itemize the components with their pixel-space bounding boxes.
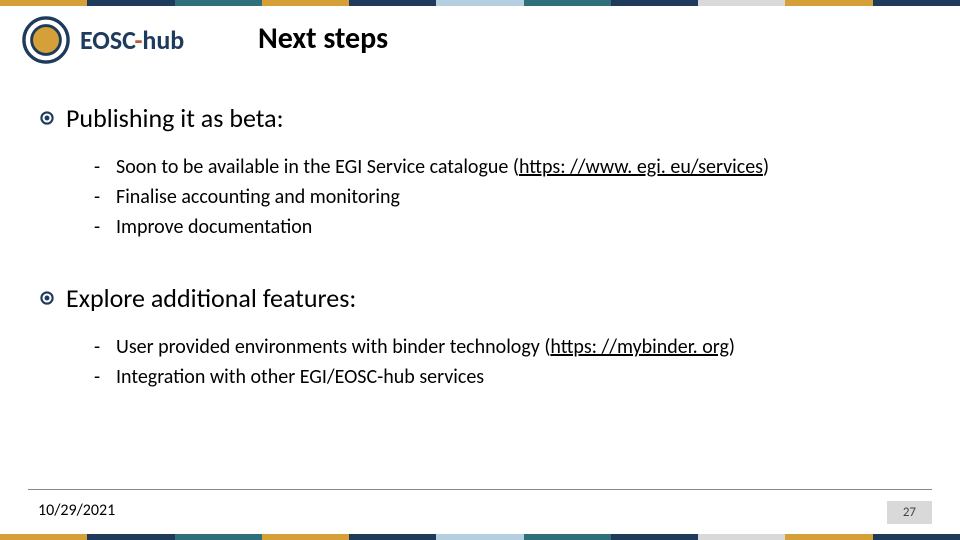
eosc-hub-logo-text: EOSC-hub	[80, 24, 184, 56]
list-item: -Finalise accounting and monitoring	[92, 182, 920, 212]
slide-body: Publishing it as beta: - Soon to be avai…	[40, 102, 920, 432]
bullet-icon	[40, 111, 54, 125]
section-heading: Publishing it as beta:	[66, 102, 284, 134]
bottom-stripe	[0, 534, 960, 540]
section-heading: Explore additional features:	[66, 282, 356, 314]
slide-title: Next steps	[258, 20, 388, 57]
mybinder-link[interactable]: https: //mybinder. org	[550, 335, 728, 359]
eosc-hub-logo-icon	[22, 16, 70, 64]
list-item: - Soon to be available in the EGI Servic…	[92, 152, 920, 182]
list-item: - User provided environments with binder…	[92, 332, 920, 362]
list-item: -Improve documentation	[92, 212, 920, 242]
section-publishing: Publishing it as beta: - Soon to be avai…	[40, 102, 920, 242]
footer-divider	[28, 489, 932, 490]
page-number: 27	[887, 501, 932, 524]
section-explore: Explore additional features: - User prov…	[40, 282, 920, 392]
egi-services-link[interactable]: https: //www. egi. eu/services	[519, 155, 763, 179]
list-item: -Integration with other EGI/EOSC-hub ser…	[92, 362, 920, 392]
bullet-icon	[40, 291, 54, 305]
top-stripe	[0, 0, 960, 6]
footer-date: 10/29/2021	[38, 501, 115, 520]
